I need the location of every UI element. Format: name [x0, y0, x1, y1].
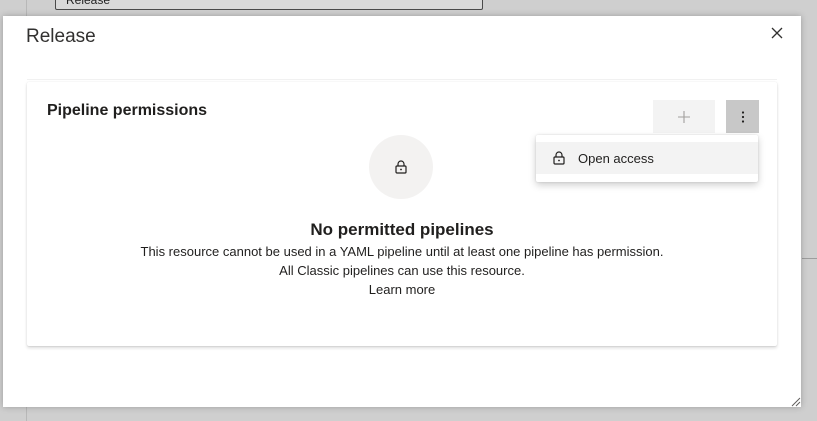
empty-state-description: This resource cannot be used in a YAML p…	[140, 244, 664, 259]
plus-icon	[678, 110, 690, 123]
learn-more-link[interactable]: Learn more	[27, 282, 777, 297]
context-menu: Open access	[536, 135, 758, 182]
more-vertical-icon	[741, 110, 744, 123]
title-divider	[27, 79, 777, 80]
background-field: Release	[55, 0, 483, 10]
close-button[interactable]	[766, 22, 788, 44]
background-divider-right	[802, 258, 817, 259]
lock-icon	[395, 160, 407, 174]
empty-state-classic-note: All Classic pipelines can use this resou…	[279, 263, 525, 278]
card-title: Pipeline permissions	[47, 102, 208, 119]
empty-state-title: No permitted pipelines	[310, 220, 494, 239]
add-pipeline-button[interactable]	[653, 100, 715, 133]
resize-grip-icon[interactable]	[789, 395, 801, 407]
release-dialog: Release Pipeline permissions No permitte…	[3, 16, 801, 407]
pipeline-permissions-card: Pipeline permissions No permitted pipeli…	[27, 82, 777, 346]
menu-item-open-access[interactable]: Open access	[536, 142, 758, 174]
more-options-button[interactable]	[726, 100, 759, 133]
close-icon	[771, 27, 783, 39]
dialog-title: Release	[26, 26, 96, 47]
menu-item-label: Open access	[578, 150, 654, 166]
unlock-icon	[552, 150, 566, 166]
empty-state-icon-circle	[369, 135, 433, 199]
